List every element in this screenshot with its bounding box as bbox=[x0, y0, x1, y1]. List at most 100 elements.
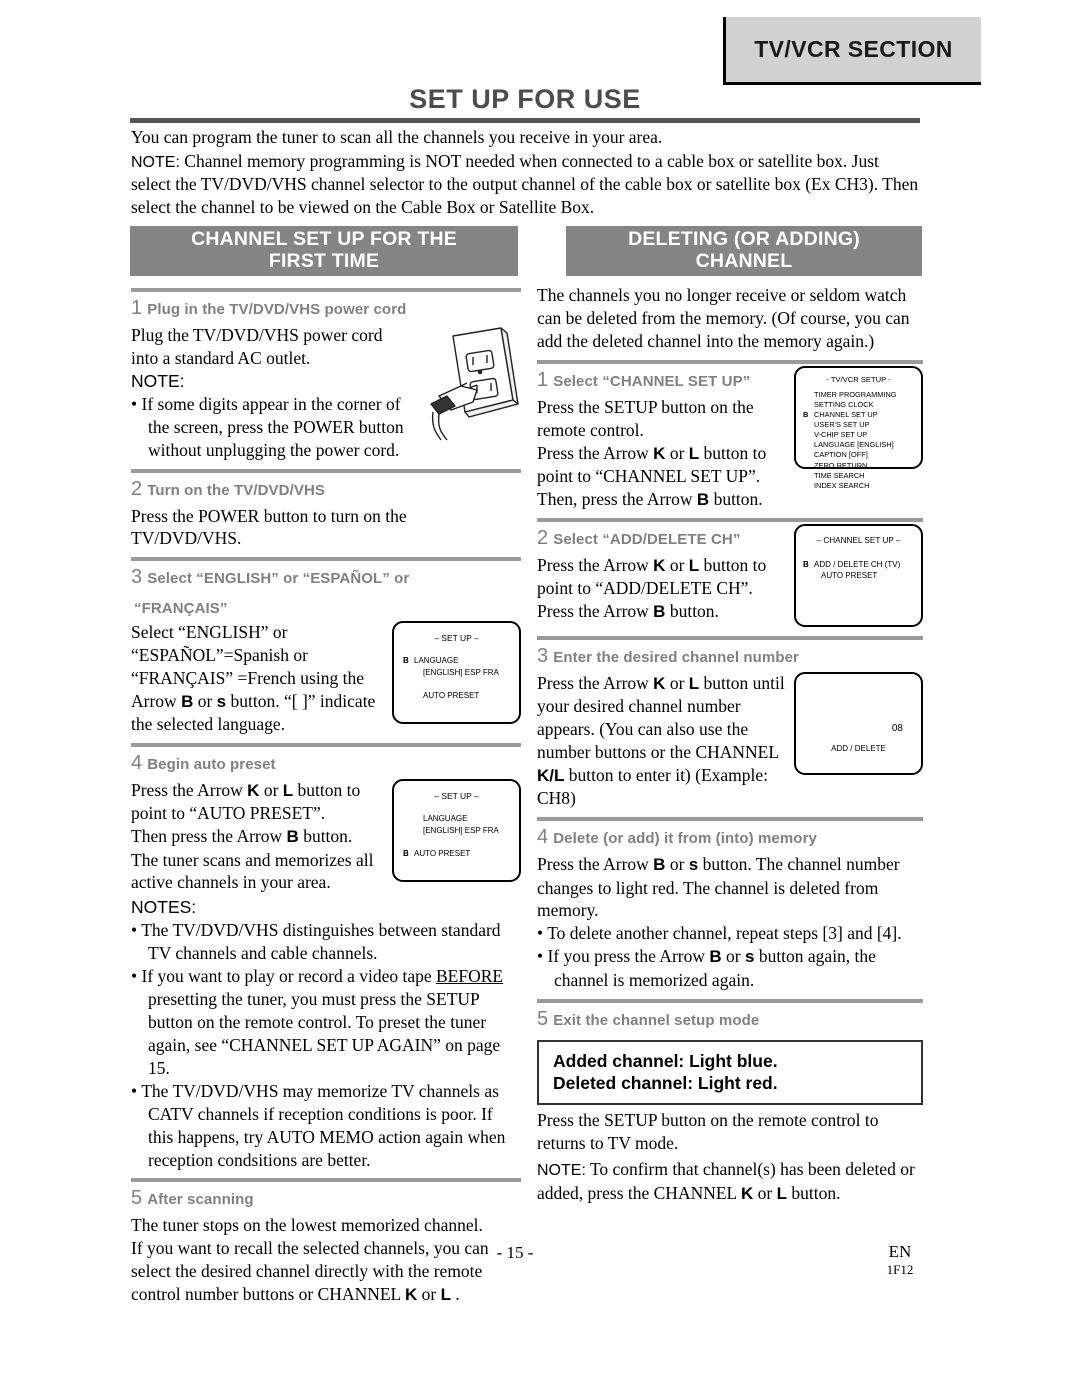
step-title: Exit the channel setup mode bbox=[553, 1011, 760, 1029]
osd-title: – CHANNEL SET UP – bbox=[816, 536, 901, 546]
arrow-down-icon: L bbox=[440, 1285, 451, 1305]
r2-b1a: Press the Arrow bbox=[537, 555, 654, 576]
step-heading-4: 4 Begin auto preset bbox=[131, 749, 521, 778]
arrow-right-icon: B bbox=[709, 947, 722, 967]
r-step5-body: Press the SETUP button on the remote con… bbox=[537, 1110, 879, 1154]
intro-line-1: You can program the tuner to scan all th… bbox=[131, 127, 663, 147]
intro-note-text: Channel memory programming is NOT needed… bbox=[131, 151, 919, 218]
divider bbox=[131, 557, 521, 562]
osd-item-label: LANGUAGE [ENGLISH] bbox=[814, 440, 894, 450]
osd-item-label: V-CHIP SET UP bbox=[814, 430, 868, 440]
r2-b1b: or bbox=[665, 555, 689, 576]
osd-item: TIME SEARCH bbox=[803, 471, 921, 481]
divider bbox=[131, 1178, 521, 1183]
step4-body-a: Press the Arrow bbox=[131, 780, 248, 801]
step-number: 5 bbox=[131, 1187, 143, 1210]
notes-bullet-1: The TV/DVD/VHS distinguishes between sta… bbox=[131, 919, 521, 965]
step-heading-r4: 4 Delete (or add) it from (into) memory bbox=[537, 823, 923, 852]
step-heading-3-cont: “FRANÇAIS” bbox=[131, 598, 521, 620]
divider bbox=[537, 817, 923, 822]
osd-label-add-delete: ADD / DELETE CH (TV) bbox=[814, 559, 901, 569]
step-number: 4 bbox=[131, 752, 143, 775]
step-heading-5: 5 After scanning bbox=[131, 1184, 521, 1213]
ac-outlet-illustration bbox=[417, 324, 521, 448]
r4-b2a: If you press the Arrow bbox=[547, 946, 710, 967]
step-title: Turn on the TV/DVD/VHS bbox=[147, 481, 325, 499]
osd-item: USER'S SET UP bbox=[803, 420, 921, 430]
osd-item: INDEX SEARCH bbox=[803, 481, 921, 491]
r-step4-body: Press the Arrow B or s button. The chann… bbox=[537, 853, 923, 922]
step2-body: Press the POWER button to turn on the TV… bbox=[131, 505, 407, 549]
section-header-channel-set-up: CHANNEL SET UP FOR THE FIRST TIME bbox=[130, 226, 518, 276]
osd-item: LANGUAGE [ENGLISH] bbox=[803, 440, 921, 450]
step-title: After scanning bbox=[147, 1191, 254, 1209]
intro-block: You can program the tuner to scan all th… bbox=[131, 126, 921, 220]
arrow-right-icon: B bbox=[286, 827, 299, 847]
title-divider bbox=[130, 118, 920, 123]
osd-item-selected: B CHANNEL SET UP bbox=[803, 410, 921, 420]
osd-tvvcr-setup: - TV/VCR SETUP - TIMER PROGRAMMING SETTI… bbox=[794, 365, 923, 490]
arrow-right-icon: B bbox=[696, 489, 710, 509]
osd-item-label: CAPTION [OFF] bbox=[814, 450, 868, 460]
osd-row-add-delete: B ADD / DELETE CH (TV) bbox=[803, 559, 921, 570]
intro-note: NOTE: Channel memory programming is NOT … bbox=[131, 150, 921, 219]
page-title: SET UP FOR USE bbox=[409, 84, 641, 114]
step-title-line2: “FRANÇAIS” bbox=[134, 600, 228, 618]
osd-title: - TV/VCR SETUP - bbox=[826, 374, 891, 384]
legend-added-channel: Added channel: Light blue. bbox=[553, 1050, 778, 1071]
divider bbox=[131, 288, 521, 292]
osd-row-auto-preset: AUTO PRESET bbox=[821, 570, 878, 580]
osd-row-auto-preset: AUTO PRESET bbox=[423, 690, 480, 700]
step-number: 4 bbox=[537, 826, 549, 849]
step-title: Select “CHANNEL SET UP” bbox=[553, 372, 751, 390]
osd-item: TIMER PROGRAMMING bbox=[803, 390, 921, 400]
osd-label-auto-preset: AUTO PRESET bbox=[414, 848, 471, 858]
r5-nb: or bbox=[753, 1183, 777, 1204]
osd-row-language: B LANGUAGE bbox=[403, 655, 519, 667]
channel-color-legend-box: Added channel: Light blue. Deleted chann… bbox=[537, 1039, 923, 1106]
notes-bullet-2b: presetting the tuner, you must press the… bbox=[148, 989, 501, 1078]
r5-nc: button. bbox=[786, 1183, 841, 1204]
arrow-up-icon: K bbox=[653, 443, 666, 463]
band-right-line1: DELETING (OR ADDING) bbox=[628, 228, 860, 251]
footer-doc-code: 1F12 bbox=[886, 1262, 914, 1278]
osd-item: ZERO RETURN bbox=[803, 461, 921, 471]
divider bbox=[537, 518, 923, 523]
r5-na: To confirm that channel(s) has been dele… bbox=[537, 1159, 915, 1204]
osd-label-language: LANGUAGE bbox=[414, 656, 459, 666]
osd-row-language-values: [ENGLISH] ESP FRA bbox=[423, 825, 499, 835]
osd-cursor-icon: B bbox=[803, 559, 809, 569]
right-column: The channels you no longer receive or se… bbox=[537, 284, 923, 1205]
step-number: 1 bbox=[131, 297, 143, 319]
osd-item-label: USER'S SET UP bbox=[814, 420, 870, 430]
osd-item: SETTING CLOCK bbox=[803, 400, 921, 410]
notes-bullet-2-underline: BEFORE bbox=[436, 966, 504, 987]
r3-bb: or bbox=[665, 673, 689, 694]
arrow-up-icon: K bbox=[653, 556, 666, 576]
osd-setup-auto-preset: – SET UP – LANGUAGE [ENGLISH] ESP FRA BA… bbox=[392, 779, 521, 883]
arrow-down-icon: L bbox=[282, 781, 294, 801]
osd-item: V-CHIP SET UP bbox=[803, 430, 921, 440]
step-title: Begin auto preset bbox=[147, 756, 276, 774]
step-heading-3: 3 Select “ENGLISH” or “ESPAÑOL” or bbox=[131, 563, 521, 592]
osd-title: – SET UP – bbox=[434, 791, 479, 802]
r1-b3a: Then, press the Arrow bbox=[537, 488, 697, 509]
step4-body-b: or bbox=[259, 780, 283, 801]
osd-row-language: LANGUAGE bbox=[423, 814, 468, 824]
band-left-line1: CHANNEL SET UP FOR THE bbox=[191, 228, 457, 251]
step-title: Delete (or add) it from (into) memory bbox=[553, 830, 817, 848]
manual-page: TV/VCR SECTION SET UP FOR USE You can pr… bbox=[0, 0, 1080, 1397]
osd-cursor-icon: B bbox=[403, 656, 409, 666]
osd-channel-set-up: – CHANNEL SET UP – B ADD / DELETE CH (TV)… bbox=[794, 524, 923, 628]
divider bbox=[537, 998, 923, 1003]
r3-bd: button to enter it) (Example: CH8) bbox=[537, 765, 769, 809]
arrow-down-icon: L bbox=[688, 556, 700, 576]
osd-setup-language: – SET UP – B LANGUAGE [ENGLISH] ESP FRA A… bbox=[392, 621, 521, 725]
r1-b3b: button. bbox=[709, 488, 763, 509]
arrow-down-icon: B bbox=[181, 691, 194, 711]
step5-body2-c: . bbox=[450, 1284, 460, 1305]
step-heading-1: 1 Plug in the TV/DVD/VHS power cord bbox=[131, 294, 521, 323]
arrow-down-icon: L bbox=[688, 443, 700, 463]
r2-b2a: Press the Arrow bbox=[537, 601, 654, 622]
step-heading-r3: 3 Enter the desired channel number bbox=[537, 642, 923, 671]
